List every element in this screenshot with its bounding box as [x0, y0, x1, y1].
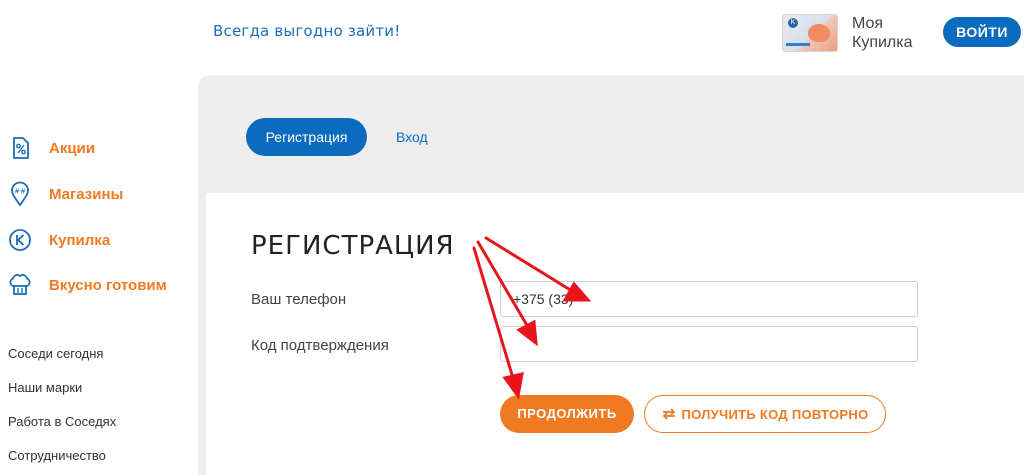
card-stripe [786, 43, 810, 46]
sidebar-item-label: Акции [49, 139, 96, 157]
sidebar-link-careers[interactable]: Работа в Соседях [8, 414, 116, 429]
tab-registration[interactable]: Регистрация [246, 118, 367, 156]
page-title: РЕГИСТРАЦИЯ [251, 231, 455, 261]
code-label: Код подтверждения [251, 337, 389, 354]
percent-tag-icon [8, 135, 32, 161]
svg-text:##: ## [14, 188, 26, 196]
sidebar-item-label: Купилка [49, 231, 111, 249]
sidebar-link-neighbors-today[interactable]: Соседи сегодня [8, 346, 103, 361]
k-circle-icon [8, 227, 32, 253]
confirmation-code-field[interactable] [500, 326, 918, 362]
sidebar-item-stores[interactable]: ## Магазины [8, 181, 123, 207]
phone-field[interactable] [500, 281, 918, 317]
continue-button[interactable]: ПРОДОЛЖИТЬ [500, 395, 634, 433]
card-k-logo-icon: K [788, 18, 798, 28]
map-pin-icon: ## [8, 181, 32, 207]
sidebar-item-label: Магазины [49, 185, 124, 203]
login-button[interactable]: ВОЙТИ [943, 17, 1021, 47]
piggy-bank-icon [808, 24, 830, 42]
sidebar-link-our-brands[interactable]: Наши марки [8, 380, 82, 395]
chef-hat-icon [8, 272, 32, 298]
resend-code-button[interactable]: ПОЛУЧИТЬ КОД ПОВТОРНО [644, 395, 886, 433]
sidebar-item-promotions[interactable]: Акции [8, 135, 95, 161]
sidebar-item-cooking[interactable]: Вкусно готовим [8, 272, 167, 298]
resend-code-label: ПОЛУЧИТЬ КОД ПОВТОРНО [681, 406, 869, 422]
loyalty-card-image[interactable]: K [782, 14, 838, 52]
sidebar-link-cooperation[interactable]: Сотрудничество [8, 448, 106, 463]
phone-label: Ваш телефон [251, 291, 347, 308]
header-tagline: Всегда выгодно зайти! [213, 22, 401, 40]
sidebar-item-kupilka[interactable]: Купилка [8, 227, 110, 253]
my-kupilka-link[interactable]: Моя Купилка [852, 14, 932, 52]
refresh-arrows-icon [661, 407, 677, 421]
tab-login[interactable]: Вход [396, 129, 428, 145]
sidebar-item-label: Вкусно готовим [49, 276, 167, 294]
